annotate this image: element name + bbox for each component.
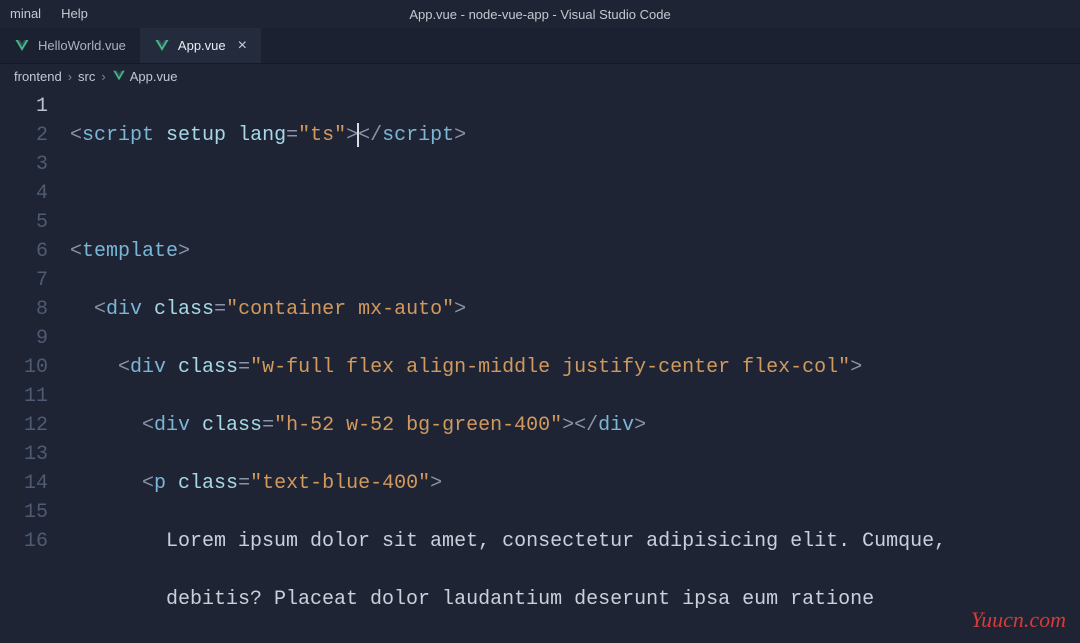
- line-number: 3: [0, 150, 48, 179]
- close-icon[interactable]: ×: [238, 38, 247, 54]
- vue-icon: [14, 38, 30, 54]
- line-gutter: 1 2 3 4 5 6 7 8 9 10 11 12 13 14 15 16: [0, 92, 70, 643]
- vue-icon: [154, 38, 170, 54]
- code-line[interactable]: <div class="w-full flex align-middle jus…: [70, 353, 1080, 382]
- code-line[interactable]: debitis? Placeat dolor laudantium deseru…: [70, 585, 1080, 614]
- line-number: 6: [0, 237, 48, 266]
- code-line[interactable]: [70, 179, 1080, 208]
- line-number: 5: [0, 208, 48, 237]
- line-number: 16: [0, 527, 48, 556]
- code-line[interactable]: <div class="container mx-auto">: [70, 295, 1080, 324]
- vue-icon: [112, 69, 126, 83]
- menu-bar: minal Help App.vue - node-vue-app - Visu…: [0, 0, 1080, 28]
- code-line[interactable]: <p class="text-blue-400">: [70, 469, 1080, 498]
- tab-helloworld[interactable]: HelloWorld.vue: [0, 28, 140, 63]
- line-number: 9: [0, 324, 48, 353]
- line-number: 8: [0, 295, 48, 324]
- code-line[interactable]: Lorem ipsum dolor sit amet, consectetur …: [70, 527, 1080, 556]
- crumb-app[interactable]: App.vue: [130, 69, 178, 84]
- chevron-right-icon: ›: [66, 69, 74, 84]
- tab-label: App.vue: [178, 38, 226, 53]
- line-number: 7: [0, 266, 48, 295]
- code-line[interactable]: <template>: [70, 237, 1080, 266]
- code-line[interactable]: <script setup lang="ts"></script>: [70, 121, 1080, 150]
- code-editor[interactable]: 1 2 3 4 5 6 7 8 9 10 11 12 13 14 15 16 <…: [0, 88, 1080, 643]
- line-number: 14: [0, 469, 48, 498]
- line-number: 13: [0, 440, 48, 469]
- chevron-right-icon: ›: [99, 69, 107, 84]
- menu-item-terminal[interactable]: minal: [0, 0, 51, 28]
- line-number: 2: [0, 121, 48, 150]
- line-number: 15: [0, 498, 48, 527]
- tab-bar: HelloWorld.vue App.vue ×: [0, 28, 1080, 64]
- line-number: 1: [0, 92, 48, 121]
- menu-item-help[interactable]: Help: [51, 0, 98, 28]
- crumb-src[interactable]: src: [78, 69, 95, 84]
- line-number: 12: [0, 411, 48, 440]
- code-area[interactable]: <script setup lang="ts"></script> <templ…: [70, 92, 1080, 643]
- crumb-frontend[interactable]: frontend: [14, 69, 62, 84]
- line-number: 10: [0, 353, 48, 382]
- watermark: Yuucn.com: [971, 607, 1066, 633]
- tab-label: HelloWorld.vue: [38, 38, 126, 53]
- line-number: 11: [0, 382, 48, 411]
- window-title: App.vue - node-vue-app - Visual Studio C…: [0, 7, 1080, 22]
- tab-app[interactable]: App.vue ×: [140, 28, 261, 63]
- line-number: 4: [0, 179, 48, 208]
- breadcrumb: frontend › src › App.vue: [0, 64, 1080, 88]
- code-line[interactable]: <div class="h-52 w-52 bg-green-400"></di…: [70, 411, 1080, 440]
